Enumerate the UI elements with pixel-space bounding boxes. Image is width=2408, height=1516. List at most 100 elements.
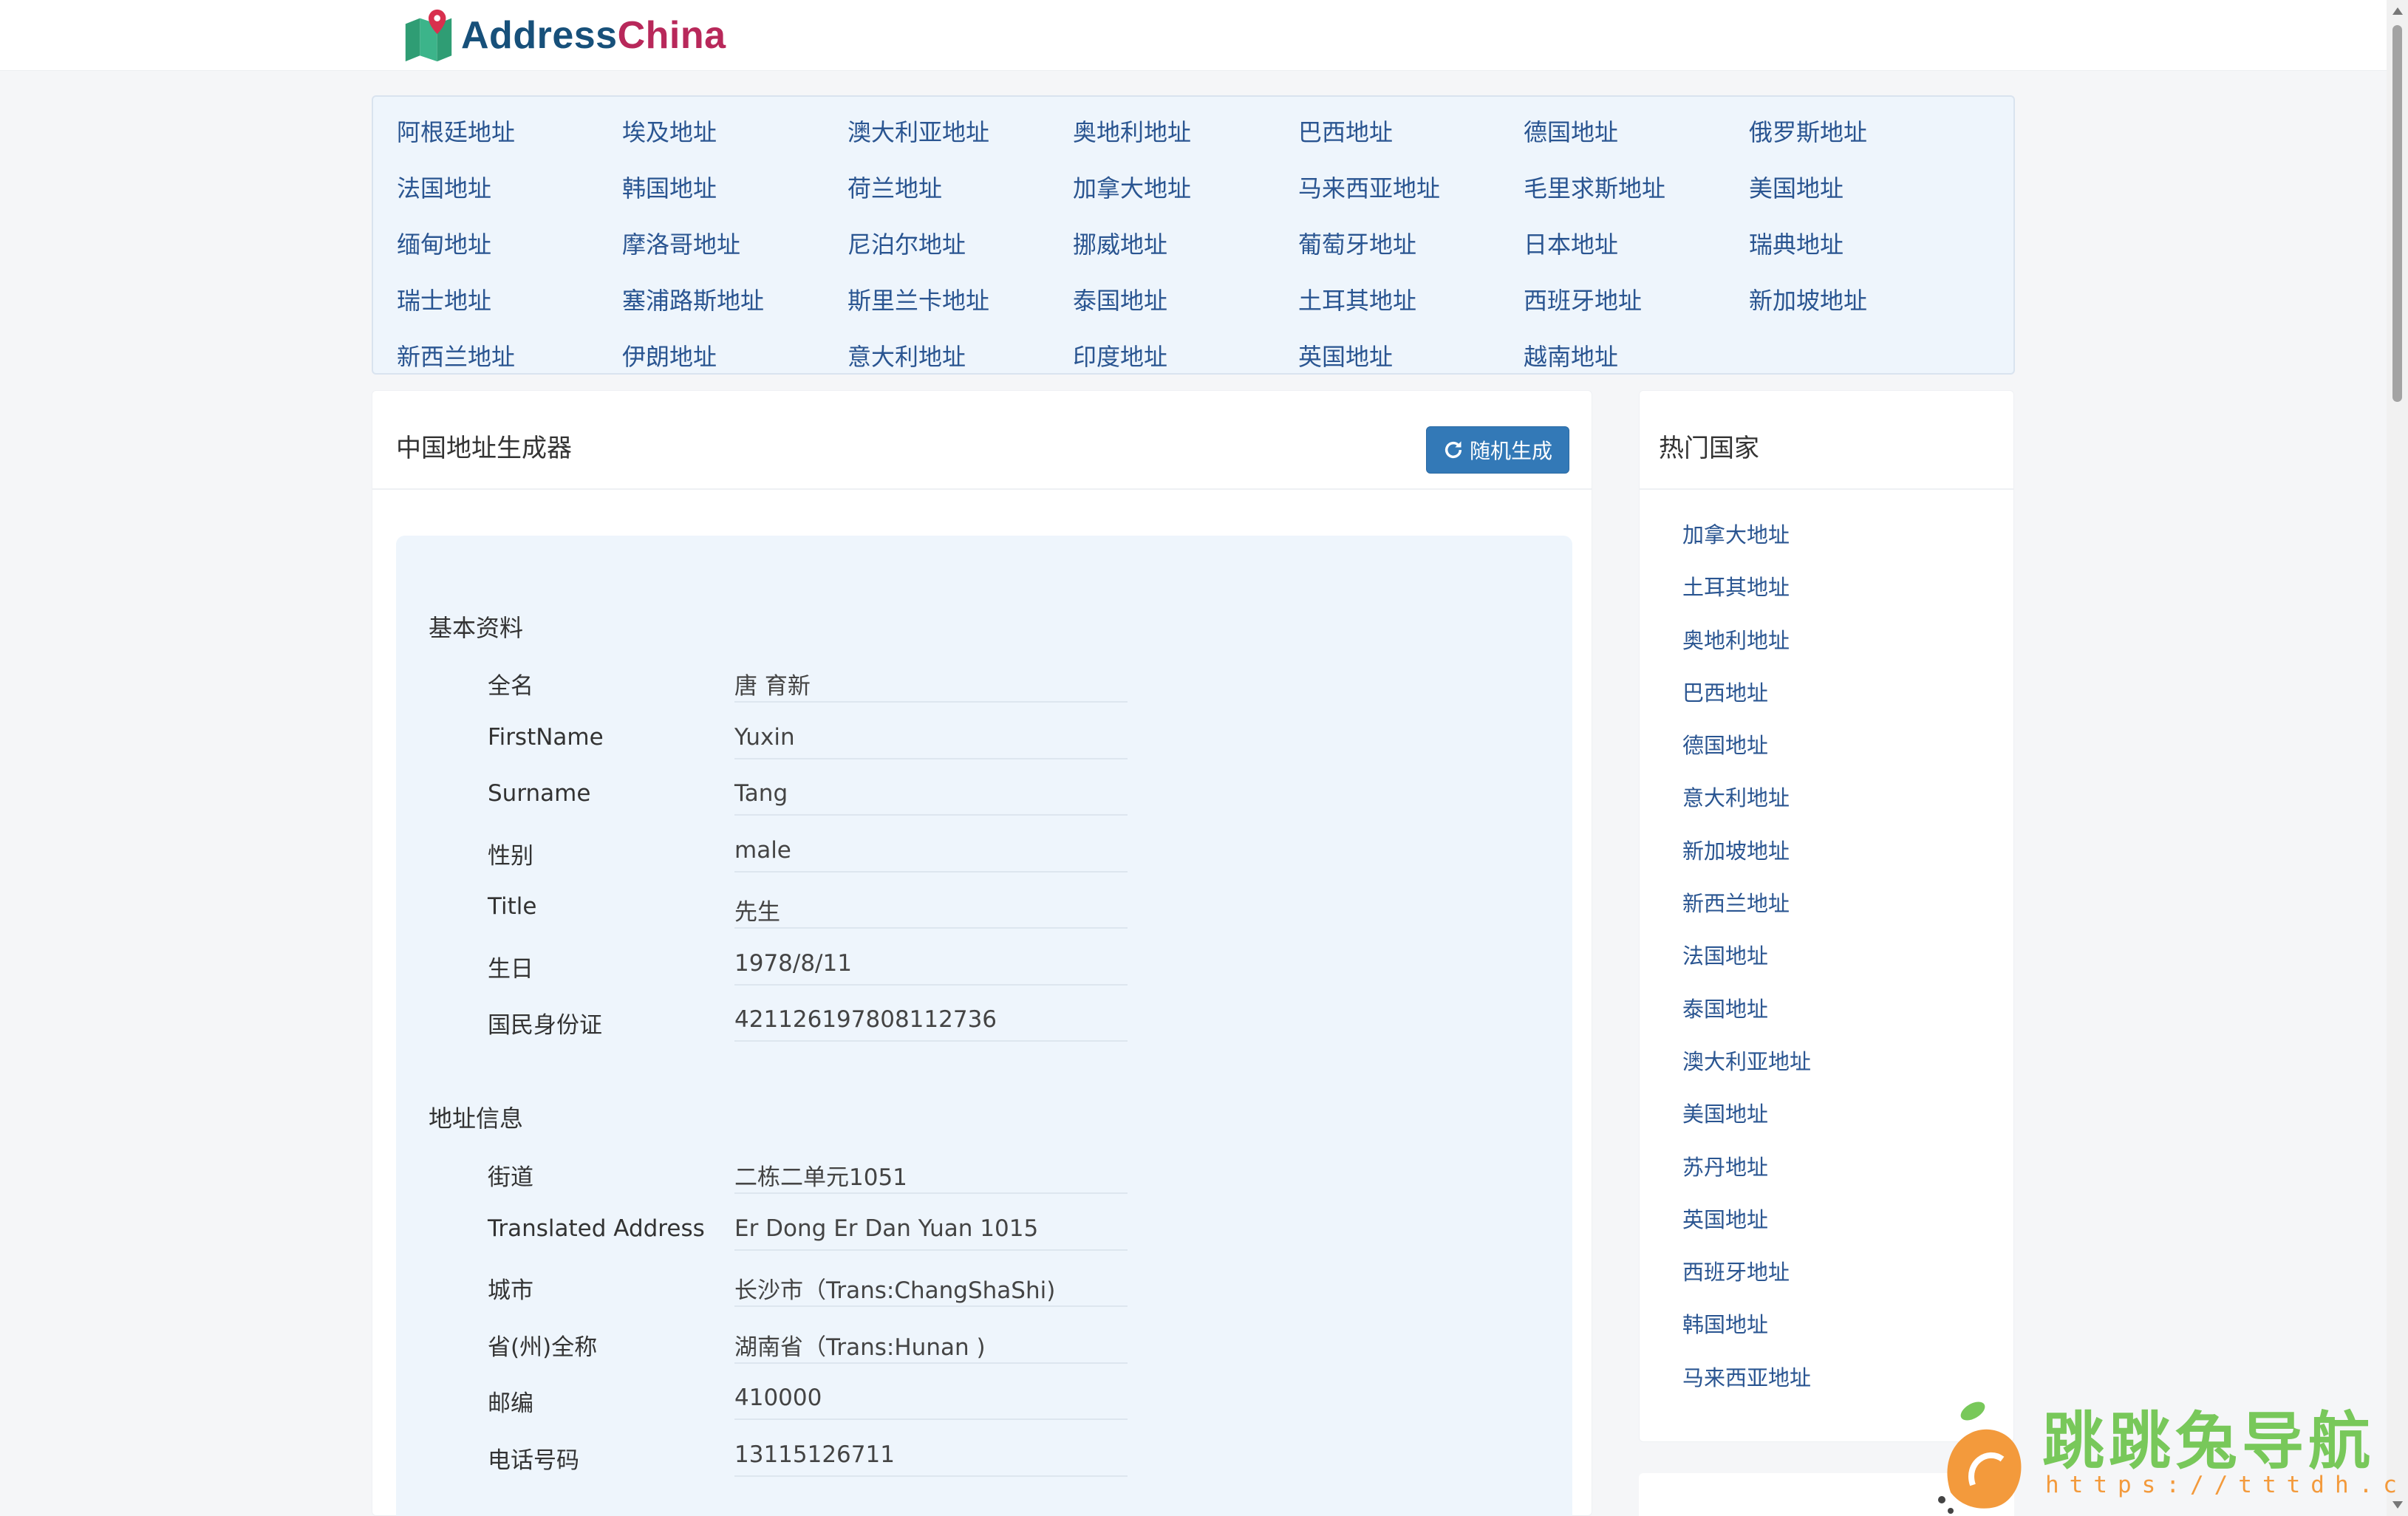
sidebar-country-link[interactable]: 泰国地址 xyxy=(1682,983,1811,1036)
sidebar-country-link[interactable]: 韩国地址 xyxy=(1682,1299,1811,1351)
country-link[interactable]: 英国地址 xyxy=(1298,329,1524,385)
country-link[interactable]: 毛里求斯地址 xyxy=(1524,160,1749,216)
popular-countries-title: 热门国家 xyxy=(1659,434,1759,463)
info-row: 性别 male xyxy=(396,825,1572,881)
sidebar-country-link[interactable]: 澳大利亚地址 xyxy=(1682,1036,1811,1088)
info-row-value[interactable]: male xyxy=(734,837,1128,873)
refresh-icon xyxy=(1445,441,1462,459)
sidebar-country-link[interactable]: 新加坡地址 xyxy=(1682,825,1811,878)
country-link[interactable]: 印度地址 xyxy=(1073,329,1298,385)
generator-card-header: 中国地址生成器 随机生成 xyxy=(372,391,1592,490)
country-link[interactable]: 美国地址 xyxy=(1749,160,1974,216)
info-row: 电话号码 13115126711 xyxy=(396,1430,1572,1486)
watermark: 跳跳兔导航 https://tttdh.com xyxy=(1921,1389,2408,1516)
site-header: AddressChina xyxy=(0,0,2387,71)
info-row-label: 邮编 xyxy=(488,1390,533,1417)
info-row-value[interactable]: 1978/8/11 xyxy=(734,950,1128,986)
country-link[interactable]: 塞浦路斯地址 xyxy=(622,273,847,329)
logo-text: AddressChina xyxy=(461,14,726,57)
country-link[interactable]: 葡萄牙地址 xyxy=(1298,216,1524,273)
sidebar-country-link[interactable]: 土耳其地址 xyxy=(1682,561,1811,614)
info-row-label: 省(州)全称 xyxy=(488,1334,598,1361)
sidebar-country-link[interactable]: 德国地址 xyxy=(1682,720,1811,772)
page-scrollbar[interactable] xyxy=(2387,0,2408,1516)
country-link[interactable]: 荷兰地址 xyxy=(847,160,1073,216)
info-row: 国民身份证 421126197808112736 xyxy=(396,994,1572,1051)
watermark-text: 跳跳兔导航 xyxy=(2042,1405,2375,1478)
info-row-label: Title xyxy=(488,893,537,920)
info-row-value[interactable]: Tang xyxy=(734,780,1128,816)
info-row-value[interactable]: 410000 xyxy=(734,1384,1128,1420)
country-link[interactable]: 泰国地址 xyxy=(1073,273,1298,329)
scroll-down-arrow-icon[interactable] xyxy=(2392,1501,2403,1509)
sidebar-country-link[interactable]: 马来西亚地址 xyxy=(1682,1352,1811,1404)
country-link[interactable]: 意大利地址 xyxy=(847,329,1073,385)
site-logo[interactable]: AddressChina xyxy=(399,6,726,65)
country-link[interactable]: 加拿大地址 xyxy=(1073,160,1298,216)
country-link[interactable]: 越南地址 xyxy=(1524,329,1749,385)
country-link[interactable]: 阿根廷地址 xyxy=(397,104,622,160)
info-row-value[interactable]: 二栋二单元1051 xyxy=(734,1158,1128,1194)
info-row-value[interactable]: 13115126711 xyxy=(734,1441,1128,1477)
popular-countries-list: 加拿大地址 土耳其地址 奥地利地址 巴西地址 德国地址 意大利地址 新加坡地址 新西兰地址 法国… xyxy=(1682,509,1811,1404)
info-row-value[interactable]: Yuxin xyxy=(734,724,1128,759)
popular-countries-header: 热门国家 xyxy=(1640,391,2013,490)
country-link[interactable]: 俄罗斯地址 xyxy=(1749,104,1974,160)
info-row-value[interactable]: Er Dong Er Dan Yuan 1015 xyxy=(734,1215,1128,1251)
info-row-value[interactable]: 湖南省（Trans:Hunan ) xyxy=(734,1328,1128,1364)
random-generate-label: 随机生成 xyxy=(1469,439,1552,463)
sidebar-country-link[interactable]: 巴西地址 xyxy=(1682,667,1811,720)
country-link[interactable]: 澳大利亚地址 xyxy=(847,104,1073,160)
country-link[interactable]: 瑞士地址 xyxy=(397,273,622,329)
sidebar-country-link[interactable]: 苏丹地址 xyxy=(1682,1141,1811,1194)
scroll-up-arrow-icon[interactable] xyxy=(2392,7,2403,15)
info-row-label: 电话号码 xyxy=(488,1447,579,1474)
sidebar-country-link[interactable]: 法国地址 xyxy=(1682,930,1811,983)
info-row-value[interactable]: 421126197808112736 xyxy=(734,1006,1128,1042)
random-generate-button[interactable]: 随机生成 xyxy=(1426,426,1569,474)
info-row: 邮编 410000 xyxy=(396,1373,1572,1429)
country-link[interactable]: 巴西地址 xyxy=(1298,104,1524,160)
country-link[interactable]: 斯里兰卡地址 xyxy=(847,273,1073,329)
info-row-value[interactable]: 先生 xyxy=(734,893,1128,929)
country-link[interactable]: 埃及地址 xyxy=(622,104,847,160)
sidebar-country-link[interactable]: 英国地址 xyxy=(1682,1194,1811,1246)
country-link[interactable]: 瑞典地址 xyxy=(1749,216,1974,273)
info-row-label: 城市 xyxy=(488,1277,533,1304)
country-link[interactable]: 尼泊尔地址 xyxy=(847,216,1073,273)
country-link[interactable]: 新加坡地址 xyxy=(1749,273,1974,329)
info-row: Title 先生 xyxy=(396,881,1572,938)
section-title-basic: 基本资料 xyxy=(429,614,524,642)
rabbit-logo-icon xyxy=(1938,1401,2022,1514)
country-link-grid: 阿根廷地址 埃及地址 澳大利亚地址 奥地利地址 巴西地址 德国地址 俄罗斯地址法国地址 韩国地… xyxy=(397,104,1974,385)
info-row-label: 性别 xyxy=(488,842,533,870)
country-link[interactable]: 西班牙地址 xyxy=(1524,273,1749,329)
info-row-value[interactable]: 长沙市（Trans:ChangShaShi) xyxy=(734,1271,1128,1307)
sidebar-country-link[interactable]: 美国地址 xyxy=(1682,1088,1811,1141)
country-link[interactable]: 挪威地址 xyxy=(1073,216,1298,273)
watermark-url: https://tttdh.com xyxy=(2045,1472,2408,1498)
country-link[interactable]: 德国地址 xyxy=(1524,104,1749,160)
info-row-value[interactable]: 唐 育新 xyxy=(734,667,1128,703)
country-link[interactable]: 摩洛哥地址 xyxy=(622,216,847,273)
sidebar-country-link[interactable]: 新西兰地址 xyxy=(1682,878,1811,930)
scrollbar-thumb[interactable] xyxy=(2392,25,2402,402)
country-link[interactable]: 马来西亚地址 xyxy=(1298,160,1524,216)
sidebar-country-link[interactable]: 西班牙地址 xyxy=(1682,1246,1811,1299)
country-link[interactable]: 法国地址 xyxy=(397,160,622,216)
info-row-label: Translated Address xyxy=(488,1215,705,1242)
country-link[interactable]: 缅甸地址 xyxy=(397,216,622,273)
sidebar-country-link[interactable]: 意大利地址 xyxy=(1682,772,1811,824)
country-link[interactable]: 伊朗地址 xyxy=(622,329,847,385)
country-link[interactable]: 奥地利地址 xyxy=(1073,104,1298,160)
country-link[interactable]: 韩国地址 xyxy=(622,160,847,216)
sidebar-country-link[interactable]: 奥地利地址 xyxy=(1682,615,1811,667)
info-row: 省(州)全称 湖南省（Trans:Hunan ) xyxy=(396,1317,1572,1373)
info-row-label: 全名 xyxy=(488,673,533,700)
generator-card: 中国地址生成器 随机生成 基本资料 地址信息 全名 唐 育新 FirstName Yu… xyxy=(372,390,1592,1516)
map-pin-logo-icon xyxy=(405,9,452,62)
country-link[interactable]: 日本地址 xyxy=(1524,216,1749,273)
sidebar-country-link[interactable]: 加拿大地址 xyxy=(1682,509,1811,561)
country-link[interactable]: 新西兰地址 xyxy=(397,329,622,385)
country-link[interactable]: 土耳其地址 xyxy=(1298,273,1524,329)
